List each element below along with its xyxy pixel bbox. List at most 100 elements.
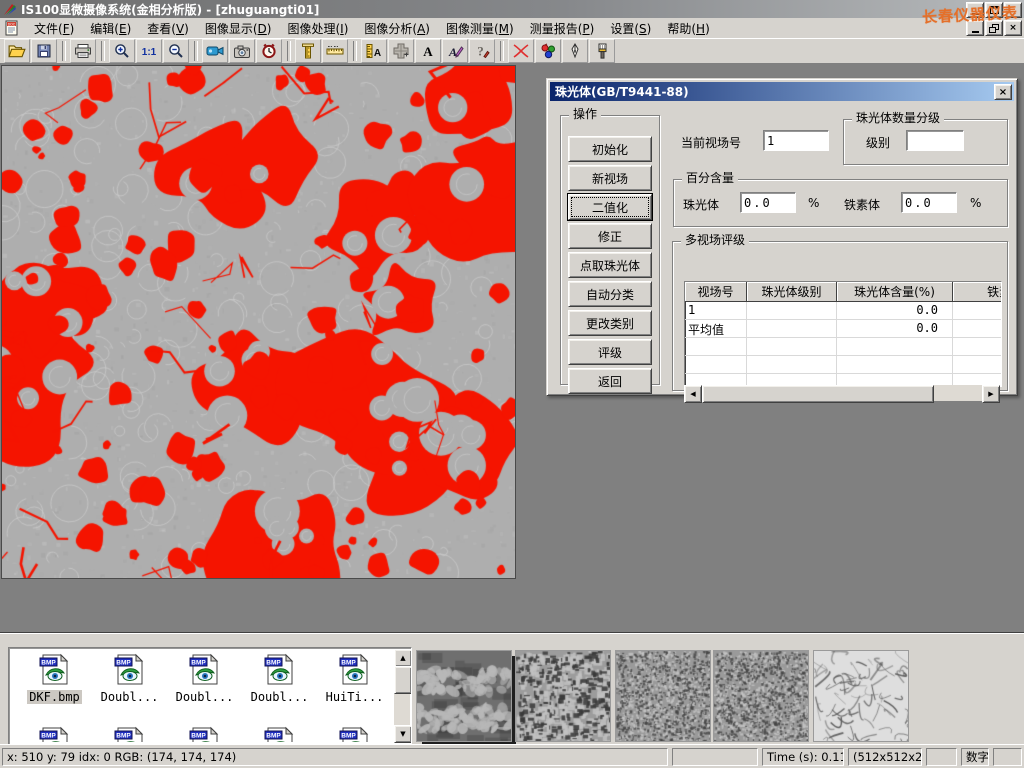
measure-text-icon[interactable]: A	[361, 39, 387, 63]
hscroll-thumb[interactable]	[702, 385, 934, 403]
table-row[interactable]	[685, 356, 1001, 374]
table-cell	[747, 302, 837, 319]
file-item[interactable]: BMP	[17, 726, 92, 742]
file-item[interactable]: BMPDKF.bmp	[17, 653, 92, 704]
current-field-input[interactable]	[763, 130, 829, 151]
file-name: Doubl...	[174, 690, 236, 704]
zoom-in-icon[interactable]	[109, 39, 135, 63]
brush-icon[interactable]	[589, 39, 615, 63]
phase-particles-icon[interactable]	[535, 39, 561, 63]
file-item[interactable]: BMPDoubl...	[167, 653, 242, 704]
file-item[interactable]: BMPDoubl...	[242, 653, 317, 704]
open-folder-icon[interactable]	[4, 39, 30, 63]
dialog-button-6[interactable]: 更改类别	[568, 310, 652, 336]
pen-icon[interactable]	[562, 39, 588, 63]
annotate-a-icon[interactable]: A	[442, 39, 468, 63]
thumbnail-1[interactable]	[417, 651, 511, 741]
file-item[interactable]: BMP	[167, 726, 242, 742]
file-item[interactable]: BMPDoubl...	[92, 653, 167, 704]
menu-item-4[interactable]: 图像处理(I)	[279, 18, 356, 39]
scroll-up-icon[interactable]: ▲	[394, 649, 412, 667]
grade-level-input[interactable]	[906, 130, 964, 151]
help-edit-icon[interactable]: ?	[469, 39, 495, 63]
table-row[interactable]	[685, 338, 1001, 356]
video-camera-icon[interactable]	[202, 39, 228, 63]
font-a-icon[interactable]: A	[415, 39, 441, 63]
thumbnail-4[interactable]	[714, 651, 808, 741]
scroll-right-icon[interactable]: ▶	[982, 385, 1000, 403]
svg-text:DOC: DOC	[8, 23, 16, 27]
thumbnail-5[interactable]	[814, 651, 908, 741]
grade-level-label: 级别	[866, 134, 890, 151]
dialog-titlebar[interactable]: 珠光体(GB/T9441-88) ×	[550, 82, 1014, 101]
app-icon	[3, 2, 17, 16]
table-header-cell[interactable]: 铁素体含量(%)	[953, 282, 1002, 302]
dialog-button-5[interactable]: 自动分类	[568, 281, 652, 307]
save-icon[interactable]	[31, 39, 57, 63]
print-icon[interactable]	[70, 39, 96, 63]
document-icon[interactable]: DOC	[4, 20, 20, 36]
bmp-file-icon: BMP	[38, 675, 71, 689]
menu-item-0[interactable]: 文件(F)	[26, 18, 82, 39]
menu-item-9[interactable]: 帮助(H)	[659, 18, 717, 39]
current-field-label: 当前视场号	[681, 134, 741, 151]
dialog-button-0[interactable]: 初始化	[568, 136, 652, 162]
menu-item-6[interactable]: 图像测量(M)	[438, 18, 522, 39]
table-cell	[953, 338, 1002, 355]
ferrite-percent-input[interactable]	[901, 192, 957, 213]
menu-item-3[interactable]: 图像显示(D)	[197, 18, 280, 39]
table-header-cell[interactable]: 珠光体级别	[747, 282, 837, 302]
toolbar-separator	[500, 41, 504, 61]
thumbnail-2[interactable]	[516, 651, 610, 741]
dialog-button-7[interactable]: 评级	[568, 339, 652, 365]
dialog-button-8[interactable]: 返回	[568, 368, 652, 394]
actual-size-icon[interactable]: 1:1	[136, 39, 162, 63]
dialog-button-3[interactable]: 修正	[568, 223, 652, 249]
operations-group-label: 操作	[569, 107, 601, 121]
toolbar-separator	[194, 41, 198, 61]
table-hscrollbar[interactable]: ◀ ▶	[684, 385, 1000, 401]
table-row[interactable]: 平均值0.0	[685, 320, 1001, 338]
scroll-left-icon[interactable]: ◀	[684, 385, 702, 403]
grading-group-label: 珠光体数量分级	[852, 111, 944, 125]
dialog-button-4[interactable]: 点取珠光体	[568, 252, 652, 278]
window-title: IS100显微摄像系统(金相分析版) - [zhuguangti01]	[21, 1, 319, 18]
file-item[interactable]: BMPHuiTi...	[317, 653, 392, 704]
bmp-file-icon: BMP	[338, 675, 371, 689]
caliper-vertical-icon[interactable]	[295, 39, 321, 63]
file-item[interactable]: BMP	[317, 726, 392, 742]
ruler-horizontal-icon[interactable]	[322, 39, 348, 63]
dialog-button-1[interactable]: 新视场	[568, 165, 652, 191]
delete-curves-icon[interactable]	[508, 39, 534, 63]
camera-icon[interactable]	[229, 39, 255, 63]
pearlite-percent-input[interactable]	[740, 192, 796, 213]
scroll-down-icon[interactable]: ▼	[394, 725, 412, 743]
metallographic-image[interactable]	[2, 66, 515, 578]
grid-cross-icon[interactable]	[388, 39, 414, 63]
ferrite-percent-unit: %	[970, 196, 981, 210]
svg-text:?: ?	[477, 44, 484, 59]
table-row[interactable]: 10.0	[685, 302, 1001, 320]
menu-item-5[interactable]: 图像分析(A)	[356, 18, 438, 39]
file-item[interactable]: BMP	[242, 726, 317, 742]
table-header-cell[interactable]: 视场号	[685, 282, 747, 302]
multifield-table[interactable]: 视场号珠光体级别珠光体含量(%)铁素体含量(%) 10.0平均值0.0	[684, 281, 1002, 387]
file-item[interactable]: BMP	[92, 726, 167, 742]
menu-item-7[interactable]: 测量报告(P)	[522, 18, 603, 39]
empty-panel	[926, 748, 957, 766]
svg-text:BMP: BMP	[266, 733, 281, 740]
vscroll-thumb[interactable]	[394, 666, 412, 694]
menu-item-1[interactable]: 编辑(E)	[82, 18, 139, 39]
table-header-cell[interactable]: 珠光体含量(%)	[837, 282, 953, 302]
dialog-title: 珠光体(GB/T9441-88)	[555, 83, 689, 100]
bmp-file-icon: BMP	[113, 675, 146, 689]
dialog-button-2[interactable]: 二值化	[568, 194, 652, 220]
file-vscrollbar[interactable]: ▲ ▼	[394, 649, 410, 743]
menu-item-8[interactable]: 设置(S)	[602, 18, 659, 39]
thumbnail-3[interactable]	[616, 651, 710, 741]
zoom-out-icon[interactable]	[163, 39, 189, 63]
toolbar: 1:1 A A A	[0, 38, 1024, 64]
timer-clock-icon[interactable]	[256, 39, 282, 63]
menu-item-2[interactable]: 查看(V)	[139, 18, 197, 39]
dialog-close-icon[interactable]: ×	[994, 84, 1012, 100]
